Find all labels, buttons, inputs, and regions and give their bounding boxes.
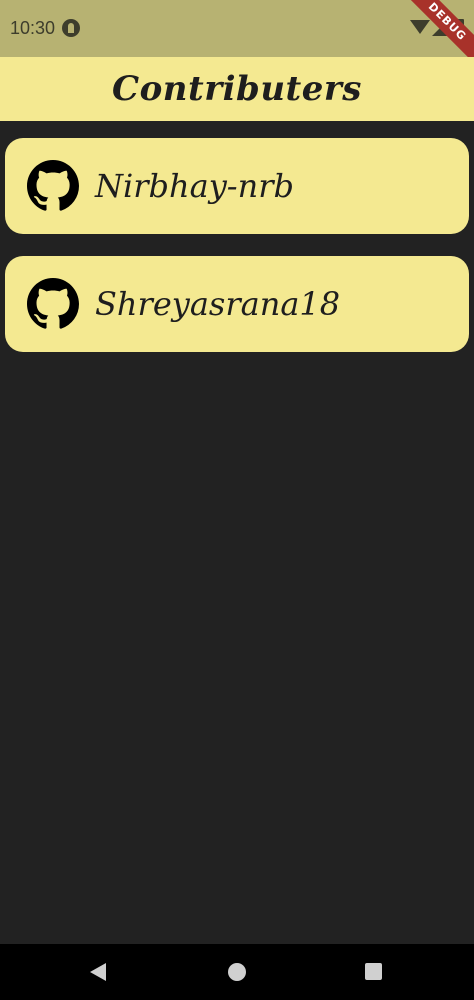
wifi-icon [410,20,430,34]
status-bar: 10:30 [0,0,474,57]
github-icon [27,160,79,211]
system-navigation-bar [0,944,474,1000]
home-icon[interactable] [228,963,246,981]
contributor-name: Shreyasrana18 [95,285,341,323]
app-bar: Contributers [0,57,474,121]
page-title: Contributers [112,69,362,109]
back-icon[interactable] [90,963,106,981]
contributor-name: Nirbhay-nrb [95,167,294,205]
recents-icon[interactable] [365,963,382,980]
github-icon [27,278,79,329]
contributor-card[interactable]: Nirbhay-nrb [5,138,469,234]
app-notification-icon [62,19,80,37]
contributor-card[interactable]: Shreyasrana18 [5,256,469,352]
status-time: 10:30 [10,18,56,38]
